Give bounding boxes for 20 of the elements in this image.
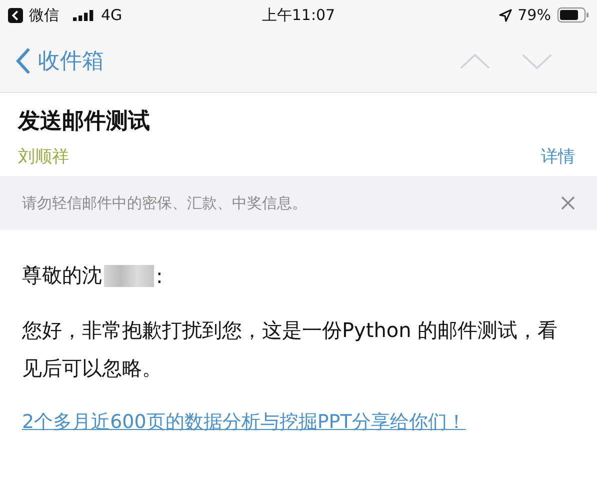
back-chevron-icon[interactable] [16, 48, 30, 74]
battery-icon [556, 7, 589, 23]
clock: 上午11:07 [262, 6, 336, 24]
warning-text: 请勿轻信邮件中的密保、汇款、中奖信息。 [22, 194, 307, 212]
back-button[interactable]: 收件箱 [16, 46, 104, 76]
article-link[interactable]: 2个多月近600页的数据分析与挖掘PPT分享给你们！ [22, 409, 571, 435]
greeting-text: 尊敬的沈 [22, 262, 102, 289]
back-app-label[interactable]: 微信 [29, 6, 59, 24]
battery-percent: 79% [518, 6, 551, 24]
location-arrow-icon [498, 8, 512, 22]
back-app-icon[interactable] [8, 8, 23, 22]
blurred-name [104, 264, 154, 286]
details-link[interactable]: 详情 [541, 145, 575, 168]
greeting-colon: : [156, 264, 163, 288]
sender-name[interactable]: 刘顺祥 [18, 145, 69, 168]
message-paragraph: 您好，非常抱歉打扰到您，这是一份Python 的邮件测试，看见后可以忽略。 [22, 317, 559, 382]
subject: 发送邮件测试 [18, 108, 151, 136]
signal-icon [73, 10, 95, 20]
network-label: 4G [101, 6, 122, 24]
close-icon[interactable] [561, 196, 575, 210]
